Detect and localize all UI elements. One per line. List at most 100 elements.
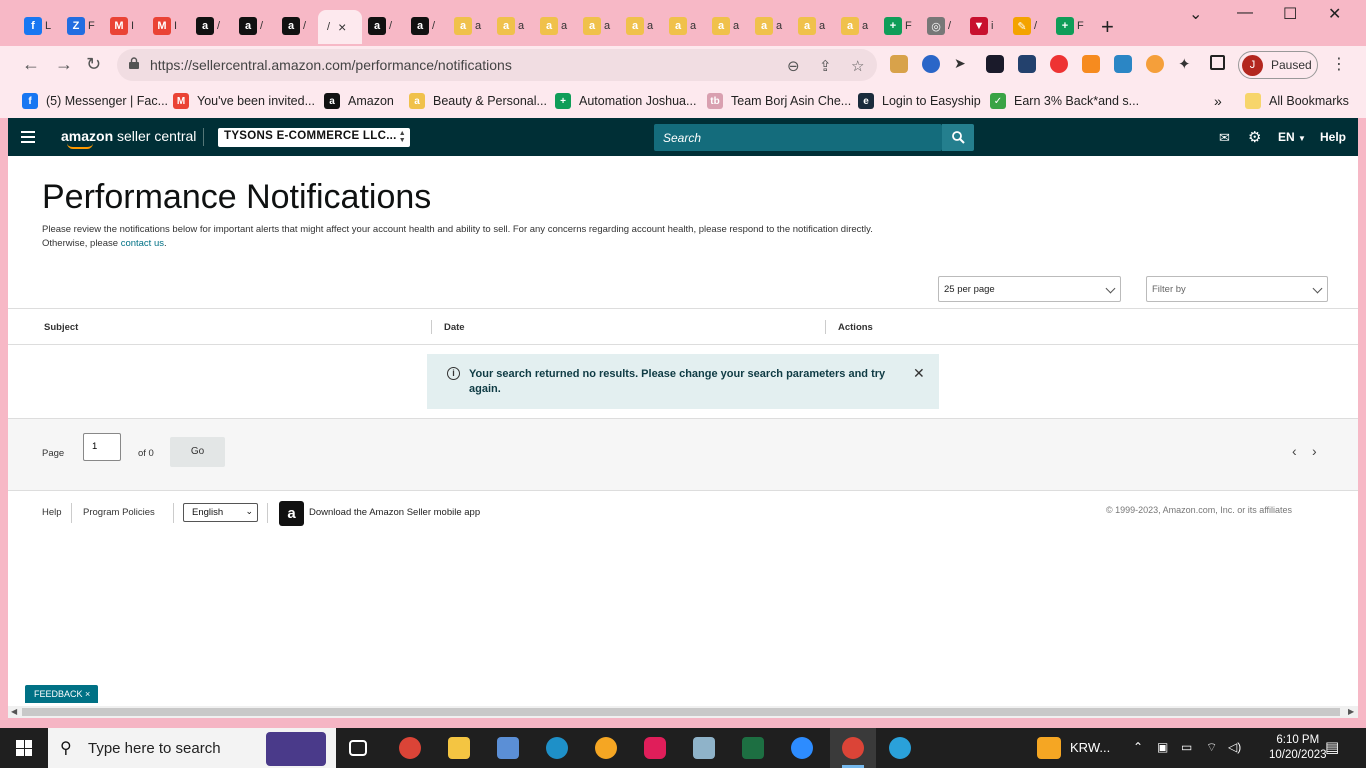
bookmark-item[interactable]: tb Team Borj Asin Che... [707, 92, 851, 110]
weather-icon[interactable] [1037, 737, 1061, 759]
bookmark-item[interactable]: e Login to Easyship [858, 92, 981, 110]
tab-search-icon[interactable]: ⌄ [1189, 4, 1202, 24]
browser-tab[interactable]: ZF [61, 12, 103, 40]
extension-icon[interactable] [1114, 55, 1132, 73]
share-icon[interactable]: ⇪ [819, 57, 832, 75]
extension-icon[interactable] [890, 55, 908, 73]
side-panel-icon[interactable] [1210, 55, 1225, 70]
browser-tab[interactable]: aa [706, 12, 748, 40]
browser-tab[interactable]: aa [448, 12, 490, 40]
more-bookmarks-button[interactable]: » [1214, 92, 1222, 110]
browser-tab[interactable]: aa [792, 12, 834, 40]
edge-icon[interactable] [546, 737, 568, 759]
address-bar[interactable]: https://sellercentral.amazon.com/perform… [117, 49, 877, 81]
all-bookmarks-folder[interactable]: All Bookmarks [1245, 92, 1349, 110]
hamburger-menu-icon[interactable] [21, 131, 35, 143]
bookmark-item[interactable]: a Beauty & Personal... [409, 92, 547, 110]
volume-icon[interactable]: ◁) [1228, 740, 1241, 754]
browser-tab[interactable]: ▼ i [964, 12, 1006, 40]
program-policies-link[interactable]: Program Policies [83, 507, 155, 518]
footer-help-link[interactable]: Help [42, 507, 62, 518]
column-date[interactable]: Date [444, 322, 465, 333]
mail-icon[interactable]: ✉ [1219, 130, 1230, 146]
close-tab-icon[interactable]: × [338, 19, 346, 35]
browser-tab[interactable]: a / [362, 12, 404, 40]
browser-tab[interactable]: a / [233, 12, 275, 40]
bookmark-item[interactable]: M You've been invited... [173, 92, 315, 110]
extension-icon[interactable] [1082, 55, 1100, 73]
search-button[interactable] [942, 124, 974, 151]
browser-tab[interactable]: aa [577, 12, 619, 40]
close-icon[interactable]: ✕ [913, 365, 925, 382]
bookmark-item[interactable]: ✓ Earn 3% Back*and s... [990, 92, 1139, 110]
extension-icon[interactable] [1050, 55, 1068, 73]
close-icon[interactable]: × [85, 689, 90, 699]
browser-tab[interactable]: + F [1050, 12, 1092, 40]
app-download-link[interactable]: Download the Amazon Seller mobile app [309, 507, 480, 518]
footer-language-select[interactable]: English ⌄ [183, 503, 258, 522]
browser-tab[interactable]: + F [878, 12, 920, 40]
column-actions[interactable]: Actions [838, 322, 873, 333]
extension-icon[interactable] [986, 55, 1004, 73]
horizontal-scrollbar[interactable]: ◀ ▶ [8, 706, 1358, 718]
battery-icon[interactable]: ▭ [1181, 740, 1192, 754]
back-icon[interactable]: ← [22, 54, 40, 75]
chrome-active-taskbar-item[interactable] [830, 728, 876, 768]
page-number-input[interactable]: 1 [83, 433, 121, 461]
browser-tab[interactable]: aa [749, 12, 791, 40]
browser-tab[interactable]: MI [147, 12, 189, 40]
per-page-select[interactable]: 25 per page [938, 276, 1121, 302]
profile-button[interactable]: J Paused [1238, 51, 1318, 79]
bookmark-star-icon[interactable]: ☆ [851, 57, 864, 75]
bookmark-item[interactable]: f (5) Messenger | Fac... [22, 92, 168, 110]
header-search-input[interactable]: Search [654, 124, 942, 151]
active-browser-tab[interactable]: / × [318, 10, 362, 44]
browser-tab[interactable]: fL [18, 12, 60, 40]
browser-tab[interactable]: aa [620, 12, 662, 40]
maximize-button[interactable]: ☐ [1283, 4, 1297, 24]
weather-text[interactable]: KRW... [1070, 740, 1110, 755]
gear-icon[interactable]: ⚙ [1248, 128, 1261, 146]
seller-central-logo[interactable]: amazon seller central [61, 128, 196, 149]
column-subject[interactable]: Subject [44, 322, 78, 333]
close-window-button[interactable]: ✕ [1328, 4, 1341, 24]
contact-us-link[interactable]: contact us [121, 238, 164, 249]
remote-desktop-icon[interactable] [497, 737, 519, 759]
browser-tab[interactable]: aa [663, 12, 705, 40]
task-view-icon[interactable] [349, 740, 367, 756]
help-link[interactable]: Help [1320, 130, 1346, 144]
browser-tab[interactable]: a / [405, 12, 447, 40]
browser-tab[interactable]: ✎ / [1007, 12, 1049, 40]
language-selector[interactable]: EN ▼ [1278, 130, 1306, 144]
scrollbar-thumb[interactable] [22, 708, 1340, 716]
notification-icon[interactable]: ▤ [1325, 738, 1339, 756]
clock[interactable]: 6:10 PM 10/20/2023 [1269, 733, 1327, 763]
browser-tab[interactable]: MI [104, 12, 146, 40]
vpn-icon[interactable] [595, 737, 617, 759]
bookmark-item[interactable]: a Amazon [324, 92, 394, 110]
new-tab-button[interactable]: + [1101, 14, 1114, 40]
taskbar-search-input[interactable]: ⚲ Type here to search [48, 728, 336, 768]
feedback-button[interactable]: FEEDBACK × [25, 685, 98, 703]
browser-tab[interactable]: aa [491, 12, 533, 40]
browser-tab[interactable]: ◎ / [921, 12, 963, 40]
browser-tab[interactable]: a / [190, 12, 232, 40]
scroll-left-icon[interactable]: ◀ [11, 707, 17, 716]
wifi-icon[interactable]: ⌔ [1206, 740, 1217, 755]
file-explorer-icon[interactable] [448, 737, 470, 759]
puzzle-icon[interactable]: ✦ [1178, 55, 1196, 73]
zoom-app-icon[interactable] [791, 737, 813, 759]
filter-by-select[interactable]: Filter by [1146, 276, 1328, 302]
reload-icon[interactable]: ↻ [86, 54, 101, 75]
extension-icon[interactable] [1018, 55, 1036, 73]
next-page-icon[interactable]: › [1312, 443, 1317, 459]
meet-icon[interactable]: ▣ [1157, 740, 1168, 754]
browser-tab[interactable]: a / [276, 12, 318, 40]
forward-icon[interactable]: → [55, 54, 73, 75]
go-button[interactable]: Go [170, 437, 225, 467]
extension-icon[interactable] [1146, 55, 1164, 73]
store-selector[interactable]: TYSONS E-COMMERCE LLC... ▲ ▼ [218, 128, 410, 147]
minimize-button[interactable]: — [1237, 4, 1253, 22]
menu-icon[interactable]: ⋮ [1331, 54, 1347, 74]
show-hidden-icons[interactable]: ⌃ [1133, 740, 1143, 754]
